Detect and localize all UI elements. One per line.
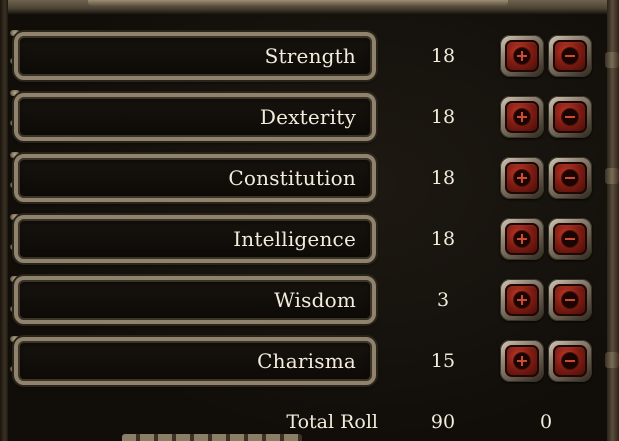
minus-icon xyxy=(562,231,578,247)
button-face xyxy=(553,162,587,194)
stat-label: Strength xyxy=(264,44,356,68)
intelligence-decrease-button[interactable] xyxy=(548,218,592,260)
stat-label-box: Constitution xyxy=(14,154,376,202)
charisma-decrease-button[interactable] xyxy=(548,340,592,382)
stat-value: 18 xyxy=(430,167,456,189)
minus-icon xyxy=(562,353,578,369)
constitution-decrease-button[interactable] xyxy=(548,157,592,199)
stat-label: Charisma xyxy=(257,349,356,373)
stat-row-constitution: Constitution 18 xyxy=(0,150,619,206)
plus-icon xyxy=(514,292,530,308)
strength-increase-button[interactable] xyxy=(500,35,544,77)
plus-icon xyxy=(514,353,530,369)
points-remaining-value: 0 xyxy=(539,411,553,433)
dexterity-decrease-button[interactable] xyxy=(548,96,592,138)
minus-icon xyxy=(562,292,578,308)
dexterity-increase-button[interactable] xyxy=(500,96,544,138)
minus-icon xyxy=(562,170,578,186)
stat-row-strength: Strength 18 xyxy=(0,28,619,84)
stat-value: 15 xyxy=(430,350,456,372)
button-face xyxy=(505,162,539,194)
stat-row-charisma: Charisma 15 xyxy=(0,333,619,389)
button-face xyxy=(553,223,587,255)
stat-label: Constitution xyxy=(228,166,356,190)
button-face xyxy=(553,345,587,377)
top-frame-trim xyxy=(88,0,508,6)
stat-label: Wisdom xyxy=(274,288,356,312)
stat-row-dexterity: Dexterity 18 xyxy=(0,89,619,145)
plus-icon xyxy=(514,170,530,186)
stat-label-box: Charisma xyxy=(14,337,376,385)
stat-value: 3 xyxy=(436,289,450,311)
stat-label-box: Intelligence xyxy=(14,215,376,263)
charisma-increase-button[interactable] xyxy=(500,340,544,382)
plus-icon xyxy=(514,231,530,247)
stat-row-intelligence: Intelligence 18 xyxy=(0,211,619,267)
stat-label-box: Dexterity xyxy=(14,93,376,141)
stat-label: Intelligence xyxy=(233,227,356,251)
minus-icon xyxy=(562,109,578,125)
button-face xyxy=(505,345,539,377)
stat-value: 18 xyxy=(430,228,456,250)
button-face xyxy=(505,40,539,72)
stat-value: 18 xyxy=(430,106,456,128)
bottom-frame-ornament xyxy=(122,434,302,441)
minus-icon xyxy=(562,48,578,64)
wisdom-decrease-button[interactable] xyxy=(548,279,592,321)
button-face xyxy=(505,284,539,316)
button-face xyxy=(553,40,587,72)
plus-icon xyxy=(514,109,530,125)
plus-icon xyxy=(514,48,530,64)
total-roll-value: 90 xyxy=(430,411,456,433)
stat-row-wisdom: Wisdom 3 xyxy=(0,272,619,328)
stat-label: Dexterity xyxy=(259,105,356,129)
button-face xyxy=(505,101,539,133)
button-face xyxy=(553,284,587,316)
wisdom-increase-button[interactable] xyxy=(500,279,544,321)
ability-scores-panel: Strength 18 Dexterity 18 Constitution 18… xyxy=(0,0,619,441)
stat-label-box: Strength xyxy=(14,32,376,80)
intelligence-increase-button[interactable] xyxy=(500,218,544,260)
constitution-increase-button[interactable] xyxy=(500,157,544,199)
stat-label-box: Wisdom xyxy=(14,276,376,324)
button-face xyxy=(505,223,539,255)
strength-decrease-button[interactable] xyxy=(548,35,592,77)
button-face xyxy=(553,101,587,133)
stat-value: 18 xyxy=(430,45,456,67)
